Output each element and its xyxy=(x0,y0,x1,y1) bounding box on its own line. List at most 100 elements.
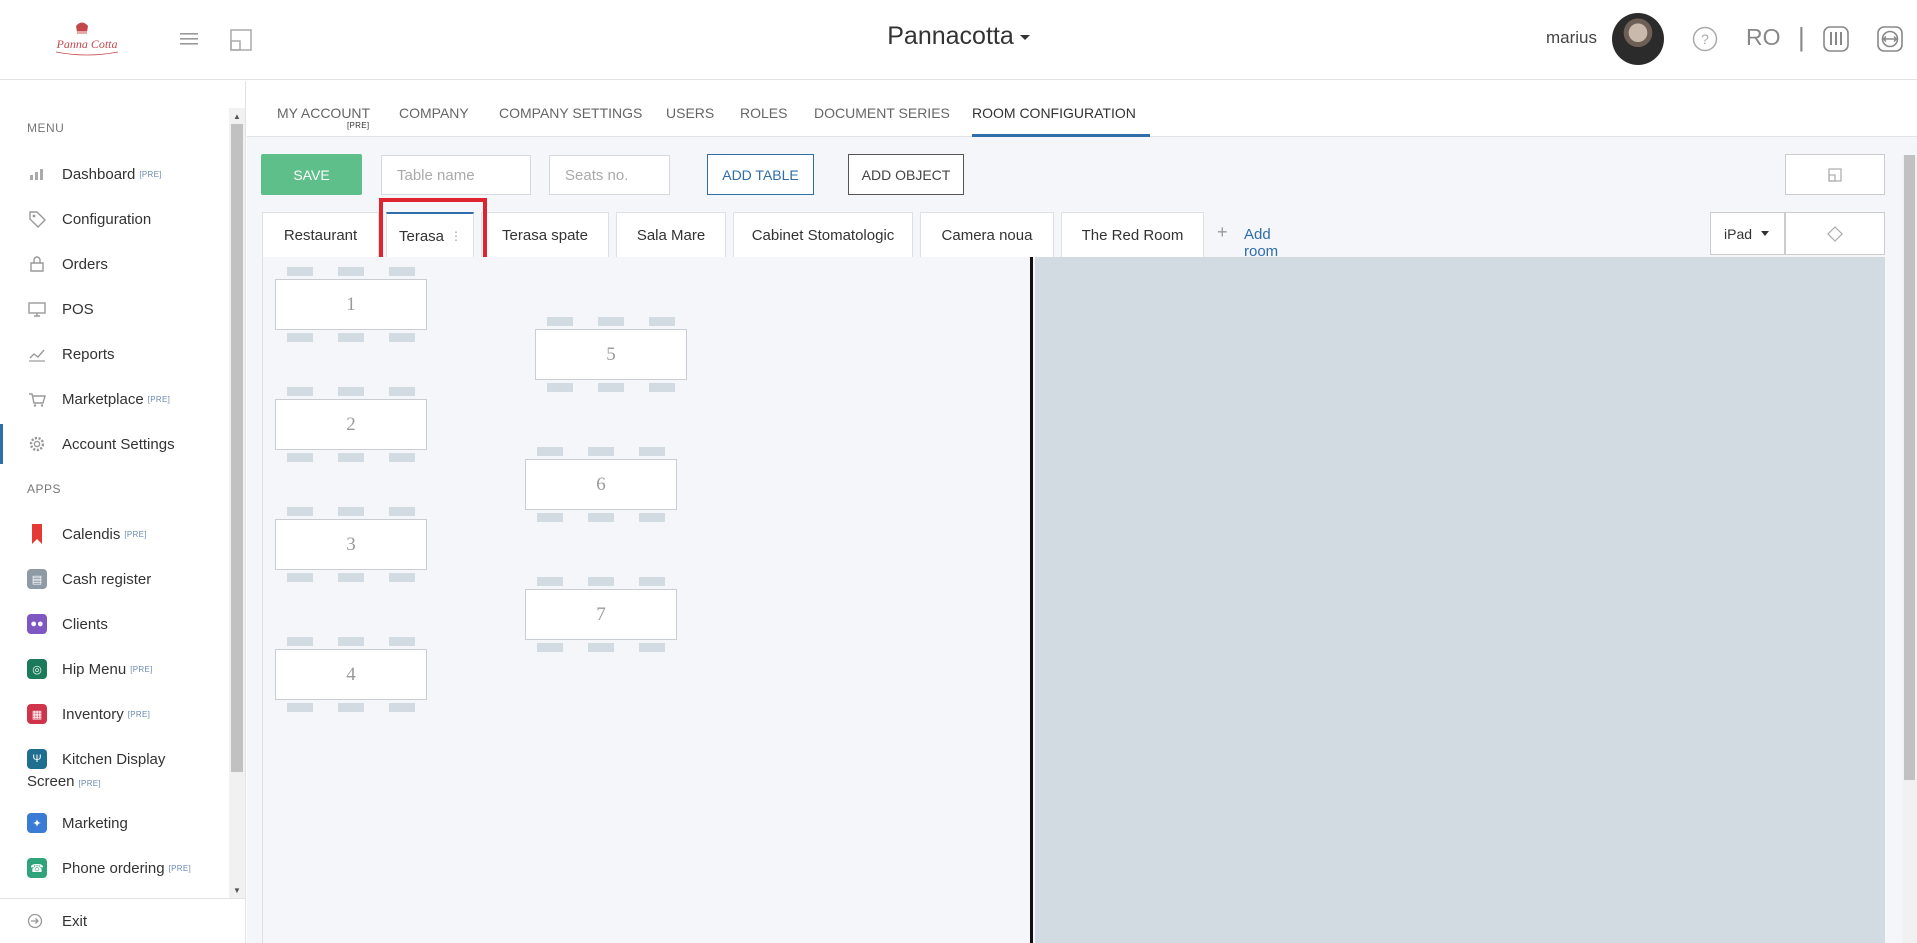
room-canvas[interactable]: 1 2 3 4 5 6 7 xyxy=(262,257,1033,943)
main-scrollbar-thumb[interactable] xyxy=(1904,155,1915,780)
help-icon[interactable]: ? xyxy=(1692,26,1718,52)
chevron-down-icon[interactable] xyxy=(1761,231,1770,236)
table-2[interactable]: 2 xyxy=(275,399,427,450)
remote-support-icon[interactable] xyxy=(1822,25,1850,53)
seat-marker xyxy=(639,643,665,652)
seat-marker xyxy=(287,703,313,712)
seat-marker xyxy=(389,453,415,462)
table-5[interactable]: 5 xyxy=(535,329,687,380)
add-room-link[interactable]: Add room xyxy=(1244,226,1278,260)
add-table-button[interactable]: ADD TABLE xyxy=(707,154,814,195)
room-tab-terasa[interactable]: Terasa ⋮ xyxy=(386,212,474,258)
sidebar-item-marketplace[interactable]: Marketplace [PRE] xyxy=(0,379,230,419)
sidebar-scrollbar-thumb[interactable] xyxy=(231,124,243,772)
room-tab-the-red-room[interactable]: The Red Room xyxy=(1061,212,1204,258)
seat-marker xyxy=(338,703,364,712)
avatar[interactable] xyxy=(1612,13,1664,65)
teamviewer-icon[interactable] xyxy=(1876,25,1904,53)
sidebar-item-label: Account Settings xyxy=(62,435,175,453)
tab-company[interactable]: COMPANY xyxy=(399,105,469,137)
scroll-down-icon[interactable]: ▼ xyxy=(229,882,245,898)
sidebar-item-phone-ordering[interactable]: ☎ Phone ordering [PRE] xyxy=(0,848,230,888)
tag-icon xyxy=(27,209,47,229)
room-tab-cabinet-stomatologic[interactable]: Cabinet Stomatologic xyxy=(733,212,913,258)
sidebar-item-label: Calendis xyxy=(62,525,121,543)
tab-my-account[interactable]: MY ACCOUNT [PRE] xyxy=(277,105,370,137)
room-tab-restaurant[interactable]: Restaurant xyxy=(262,212,379,258)
table-7[interactable]: 7 xyxy=(525,589,677,640)
more-options-icon[interactable]: ⋮ xyxy=(450,229,462,243)
pre-badge: [PRE] xyxy=(130,664,153,674)
table-6[interactable]: 6 xyxy=(525,459,677,510)
exit-button[interactable]: Exit xyxy=(0,898,245,943)
sidebar-item-label: Marketing xyxy=(62,814,128,832)
sidebar-item-inventory[interactable]: ▦ Inventory [PRE] xyxy=(0,694,230,734)
seat-marker xyxy=(588,513,614,522)
sidebar-item-orders[interactable]: Orders xyxy=(0,244,230,284)
room-tab-camera-noua[interactable]: Camera noua xyxy=(920,212,1054,258)
svg-text:?: ? xyxy=(1701,31,1709,47)
table-3[interactable]: 3 xyxy=(275,519,427,570)
hamburger-menu-icon[interactable] xyxy=(178,28,200,50)
sidebar-item-reports[interactable]: Reports xyxy=(0,334,230,374)
scroll-up-icon[interactable]: ▲ xyxy=(229,108,245,124)
fullscreen-icon[interactable] xyxy=(229,28,253,52)
pre-badge: [PRE] xyxy=(168,863,191,873)
sidebar-item-label: POS xyxy=(62,300,94,318)
table-name-input[interactable] xyxy=(381,155,531,195)
device-selector[interactable]: iPad xyxy=(1710,212,1785,255)
divider: | xyxy=(1798,22,1805,52)
username[interactable]: marius xyxy=(1546,28,1597,48)
rotate-canvas-button[interactable] xyxy=(1785,212,1885,255)
seat-marker xyxy=(287,453,313,462)
top-bar: Panna Cotta Pannacotta marius ? RO | xyxy=(0,0,1917,80)
language-selector[interactable]: RO xyxy=(1746,24,1781,51)
tab-document-series[interactable]: DOCUMENT SERIES xyxy=(814,105,950,137)
sidebar-item-label: Dashboard xyxy=(62,165,136,183)
sidebar-item-label: Configuration xyxy=(62,210,152,228)
tab-users[interactable]: USERS xyxy=(666,105,714,137)
sidebar-item-pos[interactable]: POS xyxy=(0,289,230,329)
seat-marker xyxy=(287,267,313,276)
sidebar-item-calendis[interactable]: Calendis [PRE] xyxy=(0,514,230,554)
pre-badge: [PRE] xyxy=(78,779,101,788)
company-name[interactable]: Pannacotta xyxy=(887,22,1014,50)
seat-marker xyxy=(338,637,364,646)
fullscreen-canvas-button[interactable] xyxy=(1785,154,1885,195)
seats-number-input[interactable] xyxy=(549,155,670,195)
sidebar-item-label-continued: Screen [PRE] xyxy=(27,773,101,790)
room-tab-sala-mare[interactable]: Sala Mare xyxy=(616,212,726,258)
sidebar-item-label: Hip Menu xyxy=(62,660,127,678)
sidebar-item-dashboard[interactable]: Dashboard [PRE] xyxy=(0,154,230,194)
tab-room-configuration[interactable]: ROOM CONFIGURATION xyxy=(972,105,1150,137)
table-4[interactable]: 4 xyxy=(275,649,427,700)
seat-marker xyxy=(338,507,364,516)
sidebar-item-kitchen-display-screen[interactable]: Ψ Kitchen Display xyxy=(0,739,230,799)
users-icon: ●● xyxy=(27,614,47,634)
menu-heading: MENU xyxy=(27,121,65,135)
tab-company-settings[interactable]: COMPANY SETTINGS xyxy=(499,105,642,137)
monitor-icon xyxy=(27,299,47,319)
pre-badge: [PRE] xyxy=(347,121,370,130)
chevron-down-icon[interactable] xyxy=(1019,34,1030,40)
sidebar-item-hip-menu[interactable]: ◎ Hip Menu [PRE] xyxy=(0,649,230,689)
tab-roles[interactable]: ROLES xyxy=(740,105,787,137)
sidebar-item-account-settings[interactable]: Account Settings xyxy=(0,424,230,464)
save-button[interactable]: SAVE xyxy=(261,154,362,195)
sidebar-item-marketing[interactable]: ✦ Marketing xyxy=(0,803,230,843)
pre-badge: [PRE] xyxy=(139,169,162,179)
sidebar-item-clients[interactable]: ●● Clients xyxy=(0,604,230,644)
pannacotta-logo[interactable]: Panna Cotta xyxy=(46,18,128,58)
table-1[interactable]: 1 xyxy=(275,279,427,330)
sidebar-item-label: Cash register xyxy=(62,570,152,588)
plus-icon[interactable]: + xyxy=(1217,222,1228,243)
room-tab-terasa-spate[interactable]: Terasa spate xyxy=(481,212,609,258)
seat-marker xyxy=(338,573,364,582)
sidebar-item-cash-register[interactable]: ▤ Cash register xyxy=(0,559,230,599)
bookmark-icon xyxy=(27,524,47,544)
utensils-icon: Ψ xyxy=(27,749,47,769)
sidebar-item-label: Kitchen Display xyxy=(62,751,166,768)
add-object-button[interactable]: ADD OBJECT xyxy=(848,154,964,195)
fullscreen-icon xyxy=(1828,167,1842,182)
sidebar-item-configuration[interactable]: Configuration xyxy=(0,199,230,239)
